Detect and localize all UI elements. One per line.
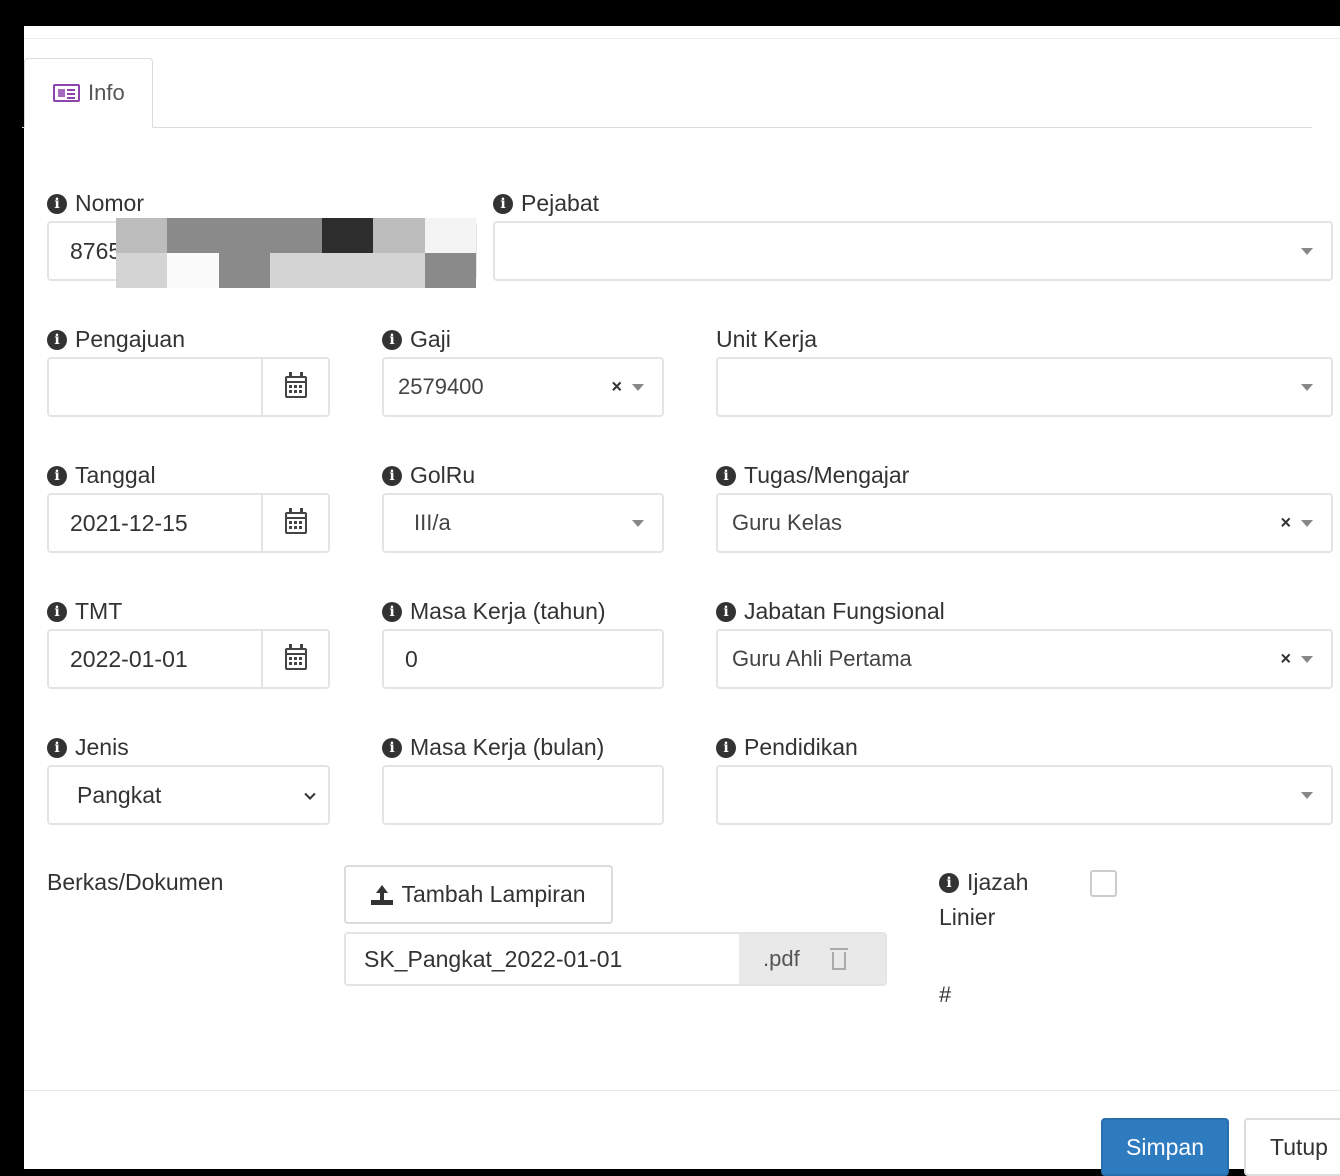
info-icon: i [716, 465, 736, 486]
unit-kerja-select[interactable] [716, 357, 1333, 417]
pendidikan-label: i Pendidikan [716, 734, 858, 761]
caret-down-icon [1301, 384, 1313, 391]
jenis-label: i Jenis [47, 734, 129, 761]
masa-kerja-bulan-label: i Masa Kerja (bulan) [382, 734, 604, 761]
ijazah-label-line2: Linier [939, 904, 996, 930]
golru-select[interactable]: III/a [382, 493, 664, 553]
info-icon: i [47, 737, 67, 758]
calendar-icon [284, 372, 307, 398]
calendar-icon [284, 644, 307, 670]
unit-kerja-label: Unit Kerja [716, 326, 817, 352]
add-attachment-button[interactable]: Tambah Lampiran [344, 865, 613, 924]
info-icon: i [716, 737, 736, 758]
masa-kerja-bulan-input[interactable] [382, 765, 664, 825]
header-divider [24, 38, 1340, 39]
modal-frame: Info i Nomor 8765 i Pejabat i Pengajuan i Ga… [0, 0, 1340, 1176]
trash-icon[interactable] [829, 948, 848, 970]
nomor-label: i Nomor [47, 190, 144, 217]
info-icon: i [47, 601, 67, 622]
jenis-select[interactable]: Pangkat [47, 765, 330, 825]
gaji-label: i Gaji [382, 326, 451, 353]
calendar-button[interactable] [261, 495, 328, 551]
masa-kerja-tahun-value: 0 [405, 645, 418, 672]
pengajuan-date-input[interactable] [47, 357, 330, 417]
save-button[interactable]: Simpan [1101, 1118, 1229, 1176]
close-button[interactable]: Tutup [1244, 1118, 1340, 1176]
calendar-button[interactable] [261, 359, 328, 415]
caret-down-icon [632, 384, 644, 391]
jabatan-label: i Jabatan Fungsional [716, 598, 945, 625]
jabatan-value: Guru Ahli Pertama [732, 646, 912, 671]
clear-icon[interactable]: × [1280, 649, 1291, 670]
tanggal-date-input[interactable]: 2021-12-15 [47, 493, 330, 553]
calendar-button[interactable] [261, 631, 328, 687]
caret-down-icon [1301, 656, 1313, 663]
add-attachment-label: Tambah Lampiran [401, 881, 586, 907]
attachment-file: SK_Pangkat_2022-01-01 .pdf [344, 932, 887, 986]
ijazah-label: i Ijazah [939, 869, 1028, 896]
tab-info-label: Info [88, 80, 125, 105]
info-icon: i [939, 872, 959, 893]
ijazah-linier-checkbox[interactable] [1090, 870, 1117, 897]
calendar-icon [284, 508, 307, 534]
clear-icon[interactable]: × [1280, 513, 1291, 534]
redacted-area [116, 218, 476, 288]
jenis-value: Pangkat [77, 781, 162, 808]
clear-icon[interactable]: × [611, 377, 622, 398]
berkas-label: Berkas/Dokumen [47, 869, 224, 895]
info-icon: i [382, 465, 402, 486]
tugas-value: Guru Kelas [732, 510, 843, 535]
golru-value: III/a [414, 510, 451, 535]
gaji-value: 2579400 [398, 374, 484, 399]
info-icon: i [47, 193, 67, 214]
info-icon: i [47, 465, 67, 486]
pejabat-label: i Pejabat [493, 190, 599, 217]
file-ext: .pdf [763, 946, 800, 971]
caret-down-icon [1301, 248, 1313, 255]
tanggal-label: i Tanggal [47, 462, 156, 489]
tab-info[interactable]: Info [24, 58, 153, 128]
gaji-select[interactable]: 2579400 × [382, 357, 664, 417]
id-card-icon [53, 84, 80, 102]
info-icon: i [493, 193, 513, 214]
tugas-label: i Tugas/Mengajar [716, 462, 909, 489]
file-name-input[interactable]: SK_Pangkat_2022-01-01 [346, 934, 739, 984]
caret-down-icon [1301, 792, 1313, 799]
file-ext-addon: .pdf [739, 934, 885, 984]
info-icon: i [47, 329, 67, 350]
masa-kerja-tahun-input[interactable]: 0 [382, 629, 664, 689]
masa-kerja-tahun-label: i Masa Kerja (tahun) [382, 598, 606, 625]
footer-divider [24, 1090, 1340, 1091]
tugas-select[interactable]: Guru Kelas × [716, 493, 1333, 553]
caret-down-icon [632, 520, 644, 527]
hash-link[interactable]: # [939, 982, 951, 1008]
info-icon: i [382, 737, 402, 758]
tmt-label: i TMT [47, 598, 122, 625]
upload-icon [371, 884, 394, 905]
modal-panel [24, 26, 1340, 1169]
info-icon: i [716, 601, 736, 622]
info-icon: i [382, 329, 402, 350]
tmt-date-input[interactable]: 2022-01-01 [47, 629, 330, 689]
pendidikan-select[interactable] [716, 765, 1333, 825]
jabatan-select[interactable]: Guru Ahli Pertama × [716, 629, 1333, 689]
caret-down-icon [1301, 520, 1313, 527]
golru-label: i GolRu [382, 462, 475, 489]
pejabat-select[interactable] [493, 221, 1333, 281]
pengajuan-label: i Pengajuan [47, 326, 185, 353]
tab-divider [22, 127, 1312, 128]
info-icon: i [382, 601, 402, 622]
